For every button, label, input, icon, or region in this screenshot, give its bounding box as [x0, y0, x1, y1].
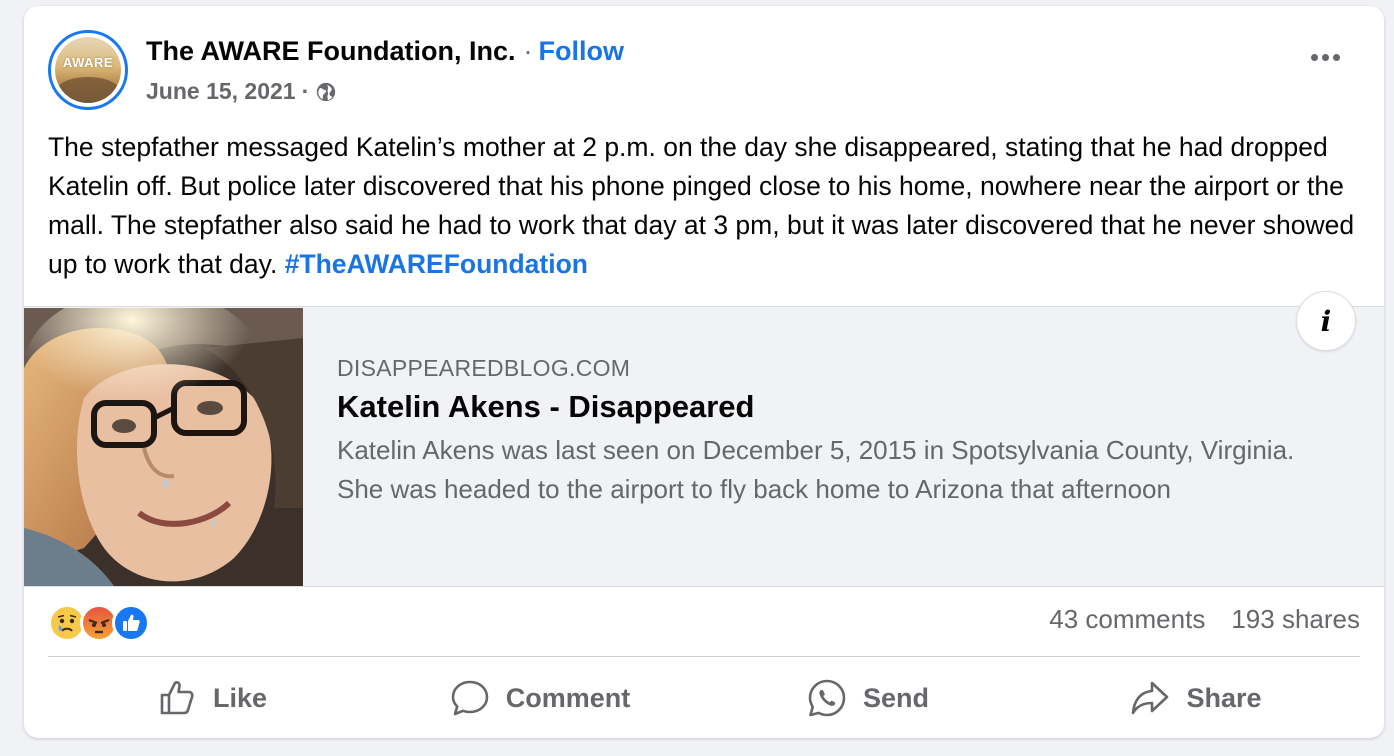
- link-preview-image[interactable]: [24, 308, 303, 586]
- post-card: AWARE The AWARE Foundation, Inc. · Follow …: [24, 6, 1384, 738]
- comment-icon: [451, 680, 489, 716]
- comments-count[interactable]: 43 comments: [1049, 604, 1205, 635]
- link-preview-domain: DISAPPEAREDBLOG.COM: [337, 355, 631, 381]
- send-label: Send: [862, 682, 929, 713]
- share-button[interactable]: Share: [1032, 666, 1360, 730]
- shares-count[interactable]: 193 shares: [1231, 604, 1360, 635]
- avatar-landscape: [55, 77, 121, 103]
- comment-label: Comment: [505, 682, 631, 713]
- reaction-summary[interactable]: [48, 604, 150, 642]
- share-label: Share: [1186, 682, 1262, 713]
- more-dot-icon: [1333, 54, 1340, 61]
- link-preview[interactable]: DISAPPEAREDBLOG.COM Katelin Akens - Disa…: [24, 306, 1384, 587]
- like-label: Like: [212, 682, 268, 713]
- page-name-link[interactable]: The AWARE Foundation, Inc.: [146, 36, 515, 66]
- avatar-logo: AWARE: [55, 37, 121, 103]
- action-bar: Like Comment Send Share: [48, 666, 1360, 730]
- post-body-text: The stepfather messaged Katelin’s mother…: [48, 132, 1355, 279]
- post-meta: June 15, 2021 ·: [146, 78, 337, 105]
- more-options-button[interactable]: [1311, 54, 1340, 61]
- whatsapp-icon: [808, 679, 846, 717]
- link-preview-title[interactable]: Katelin Akens - Disappeared: [337, 389, 755, 425]
- info-icon: i: [1320, 304, 1332, 338]
- like-reaction-icon: [112, 604, 150, 642]
- follow-button[interactable]: Follow: [538, 36, 623, 66]
- thumbs-up-icon: [160, 681, 194, 715]
- post-date[interactable]: June 15, 2021: [146, 78, 296, 105]
- globe-icon: [317, 82, 336, 101]
- link-preview-description: Katelin Akens was last seen on December …: [337, 435, 1295, 504]
- hashtag-link[interactable]: #TheAWAREFoundation: [285, 249, 588, 279]
- more-dot-icon: [1322, 54, 1329, 61]
- comment-button[interactable]: Comment: [376, 666, 704, 730]
- engagement-counts: 43 comments 193 shares: [1049, 604, 1360, 635]
- link-info-button[interactable]: i: [1296, 291, 1356, 351]
- post-header: The AWARE Foundation, Inc. · Follow: [146, 36, 624, 67]
- header-separator: ·: [523, 36, 533, 66]
- more-dot-icon: [1311, 54, 1318, 61]
- share-arrow-icon: [1132, 681, 1169, 715]
- post-body: The stepfather messaged Katelin’s mother…: [48, 128, 1364, 284]
- meta-separator: ·: [301, 78, 310, 104]
- avatar-logo-text: AWARE: [62, 55, 114, 70]
- send-button[interactable]: Send: [704, 666, 1032, 730]
- portrait-photo: [24, 308, 303, 586]
- actions-divider: [48, 656, 1360, 657]
- like-button[interactable]: Like: [48, 666, 376, 730]
- page-avatar[interactable]: AWARE: [48, 30, 128, 110]
